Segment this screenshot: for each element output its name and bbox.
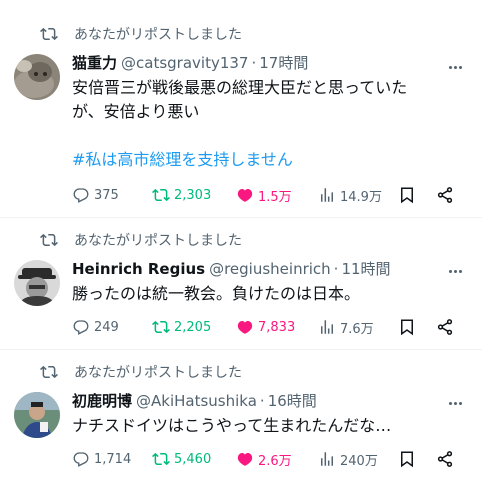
hashtag-link[interactable]: #私は高市総理を支持しません <box>72 148 468 172</box>
bookmark-button[interactable] <box>398 318 436 336</box>
repost-button[interactable]: 2,303 <box>152 186 236 204</box>
views-count: 7.6万 <box>340 321 374 337</box>
separator-dot: · <box>251 54 257 72</box>
avatar[interactable] <box>14 260 60 306</box>
tweet-body: 安倍晋三が戦後最悪の総理大臣だと思っていた が、安倍より悪い #私は高市総理を支… <box>72 76 468 172</box>
repost-icon <box>40 365 58 379</box>
reply-icon <box>73 452 89 467</box>
share-icon <box>437 187 453 203</box>
bookmark-icon <box>401 187 413 204</box>
repost-count: 2,205 <box>174 319 212 335</box>
repost-icon <box>40 27 58 41</box>
display-name[interactable]: 猫重力 <box>72 52 117 73</box>
tweet-text-line: が、安倍より悪い <box>72 102 200 121</box>
reply-icon <box>73 320 89 335</box>
action-bar: 1,714 5,460 2.6万 240万 <box>72 447 468 471</box>
like-icon <box>237 453 253 466</box>
tweet-text-line: 安倍晋三が戦後最悪の総理大臣だと思っていた <box>72 78 408 97</box>
separator-dot: · <box>333 260 339 278</box>
like-count: 2.6万 <box>258 453 292 469</box>
views-icon <box>321 320 333 334</box>
repost-button[interactable]: 5,460 <box>152 450 236 468</box>
repost-count: 2,303 <box>174 187 212 203</box>
display-name[interactable]: Heinrich Regius <box>72 260 205 278</box>
tweet-3[interactable]: あなたがリポストしました 初鹿明博 @AkiHatsushika · 16時間 … <box>0 350 482 480</box>
repost-context: あなたがリポストしました <box>40 24 242 44</box>
reply-button[interactable]: 249 <box>72 318 152 336</box>
tweet-header: Heinrich Regius @regiusheinrich · 11時間 <box>72 258 442 279</box>
repost-icon <box>40 233 58 247</box>
reply-count: 1,714 <box>94 451 132 467</box>
like-icon <box>237 189 253 202</box>
user-handle[interactable]: @regiusheinrich <box>209 260 331 278</box>
views-button[interactable]: 240万 <box>318 450 398 469</box>
bookmark-button[interactable] <box>398 450 436 468</box>
bookmark-icon <box>401 451 413 468</box>
tweet-text-line: 勝ったのは統一教会。負けたのは日本。 <box>72 284 361 303</box>
share-icon <box>437 451 453 467</box>
bookmark-icon <box>401 319 413 336</box>
tweet-header: 初鹿明博 @AkiHatsushika · 16時間 <box>72 390 442 411</box>
reply-count: 375 <box>94 187 119 203</box>
user-handle[interactable]: @AkiHatsushika <box>136 392 257 410</box>
reply-icon <box>73 188 89 203</box>
tweet-body: ナチスドイツはこうやって生まれたんだな… <box>72 414 468 438</box>
share-button[interactable] <box>436 450 466 468</box>
reply-button[interactable]: 375 <box>72 186 152 204</box>
action-bar: 249 2,205 7,833 7.6万 <box>72 315 468 339</box>
like-count: 1.5万 <box>258 189 292 205</box>
tweet-2[interactable]: あなたがリポストしました Heinrich Regius @regiushein… <box>0 218 482 350</box>
repost-label: あなたがリポストしました <box>74 27 242 43</box>
like-button[interactable]: 7,833 <box>236 318 318 336</box>
more-icon[interactable] <box>446 262 464 280</box>
views-icon <box>321 452 333 466</box>
share-button[interactable] <box>436 186 466 204</box>
more-icon[interactable] <box>446 394 464 412</box>
share-button[interactable] <box>436 318 466 336</box>
like-button[interactable]: 2.6万 <box>236 450 318 469</box>
more-icon[interactable] <box>446 58 464 76</box>
avatar[interactable] <box>14 54 60 100</box>
tweet-body: 勝ったのは統一教会。負けたのは日本。 <box>72 282 468 306</box>
bookmark-button[interactable] <box>398 186 436 204</box>
user-handle[interactable]: @catsgravity137 <box>121 54 248 72</box>
views-button[interactable]: 14.9万 <box>318 186 398 205</box>
timestamp[interactable]: 16時間 <box>268 390 317 411</box>
timestamp[interactable]: 11時間 <box>341 258 390 279</box>
repost-icon <box>152 320 170 334</box>
repost-context: あなたがリポストしました <box>40 230 242 250</box>
views-button[interactable]: 7.6万 <box>318 318 398 337</box>
like-count: 7,833 <box>258 319 296 335</box>
tweet-1[interactable]: あなたがリポストしました 猫重力 @catsgravity137 · 17時間 … <box>0 0 482 218</box>
repost-icon <box>152 188 170 202</box>
repost-context: あなたがリポストしました <box>40 362 242 382</box>
like-button[interactable]: 1.5万 <box>236 186 318 205</box>
avatar[interactable] <box>14 392 60 438</box>
views-icon <box>321 188 333 202</box>
like-icon <box>237 321 253 334</box>
display-name[interactable]: 初鹿明博 <box>72 390 132 411</box>
tweet-text-line: ナチスドイツはこうやって生まれたんだな… <box>72 416 392 435</box>
repost-label: あなたがリポストしました <box>74 365 242 381</box>
timestamp[interactable]: 17時間 <box>259 52 308 73</box>
repost-icon <box>152 452 170 466</box>
reply-button[interactable]: 1,714 <box>72 450 152 468</box>
separator-dot: · <box>259 392 265 410</box>
repost-label: あなたがリポストしました <box>74 233 242 249</box>
share-icon <box>437 319 453 335</box>
action-bar: 375 2,303 1.5万 14.9万 <box>72 183 468 207</box>
reply-count: 249 <box>94 319 119 335</box>
tweet-header: 猫重力 @catsgravity137 · 17時間 <box>72 52 442 73</box>
repost-count: 5,460 <box>174 451 212 467</box>
views-count: 240万 <box>340 453 378 469</box>
views-count: 14.9万 <box>340 189 382 205</box>
repost-button[interactable]: 2,205 <box>152 318 236 336</box>
